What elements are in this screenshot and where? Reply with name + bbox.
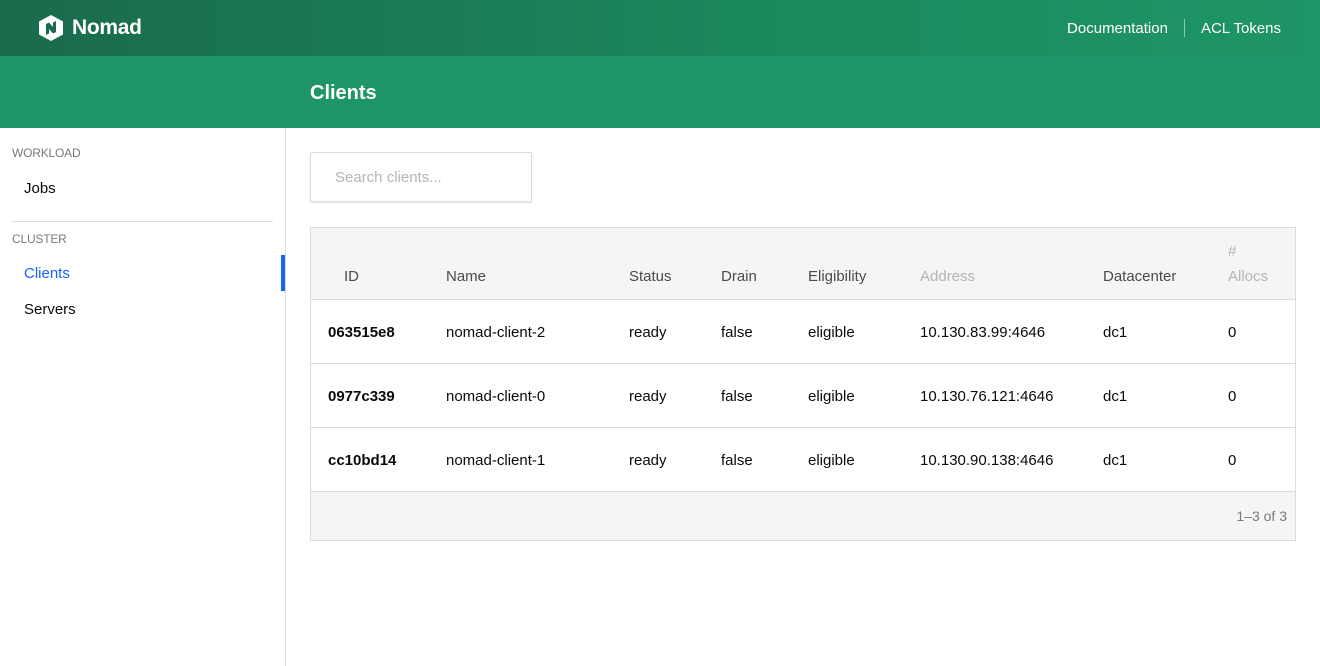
cell-eligibility: eligible [808,323,855,341]
table-row[interactable]: 063515e8 nomad-client-2 ready false elig… [311,300,1295,364]
nomad-logo-link[interactable]: Nomad [38,14,142,42]
cell-name: nomad-client-0 [446,387,546,405]
nomad-hexagon-icon [39,15,63,41]
sidebar-item-clients[interactable]: Clients [0,255,285,291]
cell-name: nomad-client-2 [446,323,546,341]
table-header: ID Name Status Drain Eligibility Address… [311,228,1295,300]
page-title: Clients [310,82,377,104]
cell-allocs: 0 [1228,387,1237,405]
cell-address: 10.130.76.121:4646 [920,387,1054,405]
sidebar-section-cluster: CLUSTER [12,232,67,246]
cell-datacenter: dc1 [1103,323,1128,341]
cell-status: ready [629,451,667,469]
cell-address: 10.130.90.138:4646 [920,451,1054,469]
cell-drain: false [721,323,753,341]
cell-status: ready [629,387,667,405]
cell-eligibility: eligible [808,387,855,405]
cell-allocs: 0 [1228,451,1237,469]
column-header-id[interactable]: ID [344,268,359,285]
column-header-eligibility[interactable]: Eligibility [808,268,866,285]
cell-drain: false [721,387,753,405]
column-header-drain[interactable]: Drain [721,268,757,285]
page-header: Clients [0,56,1320,128]
top-nav-links: Documentation ACL Tokens [1067,0,1281,56]
app-name: Nomad [72,16,142,39]
sidebar-divider [12,221,273,222]
sidebar-item-servers[interactable]: Servers [0,291,285,327]
search-input[interactable] [311,153,531,201]
documentation-link[interactable]: Documentation [1067,20,1168,37]
column-header-status[interactable]: Status [629,268,672,285]
sidebar-section-workload: WORKLOAD [12,146,81,160]
table-row[interactable]: 0977c339 nomad-client-0 ready false elig… [311,364,1295,428]
cell-allocs: 0 [1228,323,1237,341]
cell-drain: false [721,451,753,469]
cell-datacenter: dc1 [1103,451,1128,469]
acl-tokens-link[interactable]: ACL Tokens [1201,20,1281,37]
cell-id[interactable]: 0977c339 [328,364,395,428]
cell-id[interactable]: cc10bd14 [328,428,396,492]
cell-name: nomad-client-1 [446,451,546,469]
cell-eligibility: eligible [808,451,855,469]
table-footer: 1–3 of 3 [311,492,1295,540]
column-header-allocs-hash: # [1228,243,1237,260]
search-box [310,152,532,202]
sidebar-item-jobs[interactable]: Jobs [0,170,285,206]
table-row[interactable]: cc10bd14 nomad-client-1 ready false elig… [311,428,1295,492]
column-header-address: Address [920,268,976,285]
pagination-info: 1–3 of 3 [1236,508,1287,524]
cell-status: ready [629,323,667,341]
cell-id[interactable]: 063515e8 [328,300,395,364]
column-header-datacenter[interactable]: Datacenter [1103,268,1176,285]
clients-table: ID Name Status Drain Eligibility Address… [310,227,1296,541]
sidebar: WORKLOAD Jobs CLUSTER Clients Servers [0,128,286,666]
cell-datacenter: dc1 [1103,387,1128,405]
cell-address: 10.130.83.99:4646 [920,323,1046,341]
column-header-name[interactable]: Name [446,268,486,285]
nav-separator [1183,19,1185,37]
column-header-allocs: Allocs [1228,268,1269,285]
top-navbar: Nomad Documentation ACL Tokens [0,0,1320,56]
